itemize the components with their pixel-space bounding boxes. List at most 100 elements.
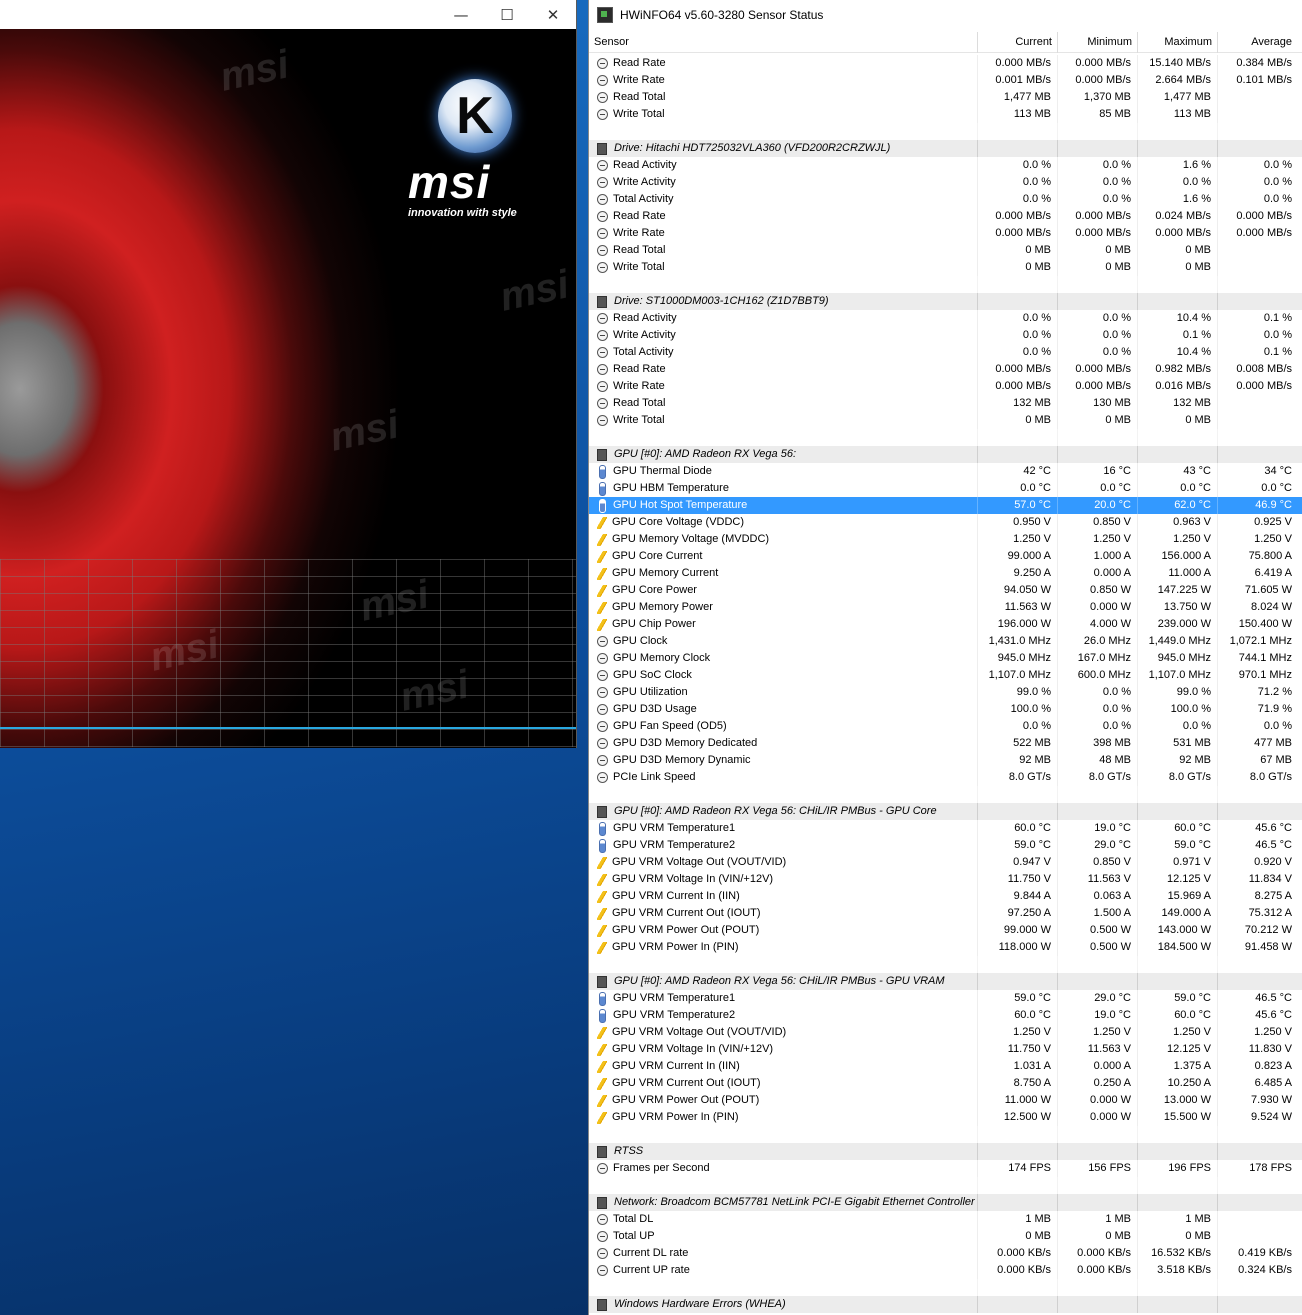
sensor-row[interactable]: PCIe Link Speed 8.0 GT/s 8.0 GT/s 8.0 GT/s 8… bbox=[589, 769, 1302, 786]
sensor-cell: GPU Memory Current bbox=[589, 565, 978, 582]
sensor-row[interactable]: Read Rate 0.000 MB/s 0.000 MB/s 15.140 MB/s… bbox=[589, 55, 1302, 72]
sensor-row[interactable]: GPU VRM Power In (PIN) 12.500 W 0.000 W 15.… bbox=[589, 1109, 1302, 1126]
group-header-row[interactable]: GPU [#0]: AMD Radeon RX Vega 56: CHiL/IR… bbox=[589, 803, 1302, 820]
column-current[interactable]: Current bbox=[978, 32, 1058, 53]
group-label: Windows Hardware Errors (WHEA) bbox=[614, 1298, 786, 1310]
sensor-row[interactable]: Read Total 1,477 MB 1,370 MB 1,477 MB bbox=[589, 89, 1302, 106]
sensor-label: Read Total bbox=[613, 91, 666, 103]
maximize-button[interactable]: ☐ bbox=[484, 0, 530, 29]
sensor-row[interactable]: Read Total 132 MB 130 MB 132 MB bbox=[589, 395, 1302, 412]
sensor-row[interactable]: GPU Clock 1,431.0 MHz 26.0 MHz 1,449.0 MHz 1… bbox=[589, 633, 1302, 650]
sensor-row[interactable]: Frames per Second 174 FPS 156 FPS 196 FPS 17… bbox=[589, 1160, 1302, 1177]
sensor-row[interactable]: GPU HBM Temperature 0.0 °C 0.0 °C 0.0 °C 0.0… bbox=[589, 480, 1302, 497]
average-value bbox=[1218, 106, 1302, 123]
sensor-cell: GPU VRM Temperature1 bbox=[589, 990, 978, 1007]
column-maximum[interactable]: Maximum bbox=[1138, 32, 1218, 53]
sensor-row[interactable]: Write Total 0 MB 0 MB 0 MB bbox=[589, 412, 1302, 429]
device-icon bbox=[597, 975, 607, 988]
sensor-row[interactable]: Write Activity 0.0 % 0.0 % 0.0 % 0.0 % bbox=[589, 174, 1302, 191]
sensor-row[interactable]: GPU Memory Power 11.563 W 0.000 W 13.750 W 8… bbox=[589, 599, 1302, 616]
current-value: 0.0 % bbox=[978, 310, 1058, 327]
current-value bbox=[978, 1143, 1058, 1160]
group-header-row[interactable]: Drive: Hitachi HDT725032VLA360 (VFD200R2… bbox=[589, 140, 1302, 157]
sensor-row[interactable]: GPU Memory Clock 945.0 MHz 167.0 MHz 945.0 … bbox=[589, 650, 1302, 667]
sensor-row[interactable]: GPU D3D Memory Dedicated 522 MB 398 MB 531 … bbox=[589, 735, 1302, 752]
sensor-row[interactable]: Total Activity 0.0 % 0.0 % 1.6 % 0.0 % bbox=[589, 191, 1302, 208]
sensor-row[interactable]: GPU D3D Usage 100.0 % 0.0 % 100.0 % 71.9 % bbox=[589, 701, 1302, 718]
sensor-row[interactable]: GPU VRM Temperature2 59.0 °C 29.0 °C 59.0 °… bbox=[589, 837, 1302, 854]
maximum-value: 8.0 GT/s bbox=[1138, 769, 1218, 786]
sensor-row[interactable]: Write Rate 0.000 MB/s 0.000 MB/s 0.000 MB/s… bbox=[589, 225, 1302, 242]
sensor-row[interactable]: Read Rate 0.000 MB/s 0.000 MB/s 0.024 MB/s 0… bbox=[589, 208, 1302, 225]
sensor-row[interactable]: GPU VRM Current Out (IOUT) 8.750 A 0.250 A… bbox=[589, 1075, 1302, 1092]
average-value bbox=[1218, 1228, 1302, 1245]
sensor-row[interactable]: GPU VRM Power Out (POUT) 11.000 W 0.000 W1… bbox=[589, 1092, 1302, 1109]
current-value bbox=[978, 429, 1058, 446]
sensor-row[interactable]: Write Activity 0.0 % 0.0 % 0.1 % 0.0 % bbox=[589, 327, 1302, 344]
sensor-row[interactable]: GPU VRM Temperature1 60.0 °C 19.0 °C 60.0 °… bbox=[589, 820, 1302, 837]
sensor-row[interactable]: GPU Chip Power 196.000 W 4.000 W 239.000 W 1… bbox=[589, 616, 1302, 633]
sensor-row[interactable]: GPU VRM Current In (IIN) 9.844 A 0.063 A 15… bbox=[589, 888, 1302, 905]
sensor-row[interactable]: GPU VRM Current In (IIN) 1.031 A 0.000 A 1.… bbox=[589, 1058, 1302, 1075]
sensor-cell: GPU Memory Clock bbox=[589, 650, 978, 667]
sensor-clock-icon bbox=[597, 398, 608, 409]
maximum-value: 59.0 °C bbox=[1138, 837, 1218, 854]
window-titlebar: — ☐ ✕ bbox=[0, 0, 576, 29]
sensor-row[interactable]: GPU Memory Current 9.250 A 0.000 A 11.000 A… bbox=[589, 565, 1302, 582]
group-header-row[interactable]: RTSS bbox=[589, 1143, 1302, 1160]
group-header-row[interactable]: GPU [#0]: AMD Radeon RX Vega 56: CHiL/IR… bbox=[589, 973, 1302, 990]
sensor-row[interactable]: GPU VRM Voltage Out (VOUT/VID) 1.250 V 1.2… bbox=[589, 1024, 1302, 1041]
close-button[interactable]: ✕ bbox=[530, 0, 576, 29]
group-header-row[interactable]: Drive: ST1000DM003-1CH162 (Z1D7BBT9) bbox=[589, 293, 1302, 310]
sensor-row[interactable]: Total Activity 0.0 % 0.0 % 10.4 % 0.1 % bbox=[589, 344, 1302, 361]
sensor-row[interactable]: GPU VRM Temperature2 60.0 °C 19.0 °C 60.0 °… bbox=[589, 1007, 1302, 1024]
sensor-row[interactable]: GPU Fan Speed (OD5) 0.0 % 0.0 % 0.0 % 0.0 % bbox=[589, 718, 1302, 735]
maximum-value: 1.250 V bbox=[1138, 1024, 1218, 1041]
sensor-row[interactable]: Read Activity 0.0 % 0.0 % 1.6 % 0.0 % bbox=[589, 157, 1302, 174]
sensor-row[interactable]: GPU Memory Voltage (MVDDC) 1.250 V 1.250 V… bbox=[589, 531, 1302, 548]
sensor-row[interactable]: Current UP rate 0.000 KB/s 0.000 KB/s 3.518… bbox=[589, 1262, 1302, 1279]
sensor-row[interactable]: GPU Core Voltage (VDDC) 0.950 V 0.850 V 0.9… bbox=[589, 514, 1302, 531]
sensor-clock-icon bbox=[597, 1231, 608, 1242]
lightning-icon bbox=[597, 924, 607, 937]
sensor-row[interactable]: Total UP 0 MB 0 MB 0 MB bbox=[589, 1228, 1302, 1245]
sensor-row[interactable]: Read Total 0 MB 0 MB 0 MB bbox=[589, 242, 1302, 259]
column-sensor[interactable]: Sensor bbox=[589, 32, 978, 53]
lightning-icon bbox=[597, 550, 607, 563]
column-minimum[interactable]: Minimum bbox=[1058, 32, 1138, 53]
sensor-row[interactable]: GPU VRM Power In (PIN) 118.000 W 0.500 W 18… bbox=[589, 939, 1302, 956]
sensor-row[interactable]: GPU Thermal Diode 42 °C 16 °C 43 °C 34 °C bbox=[589, 463, 1302, 480]
sensor-row[interactable]: Write Rate 0.000 MB/s 0.000 MB/s 0.016 MB/s… bbox=[589, 378, 1302, 395]
sensor-row[interactable]: GPU VRM Power Out (POUT) 99.000 W 0.500 W1… bbox=[589, 922, 1302, 939]
sensor-row[interactable]: Write Total 113 MB 85 MB 113 MB bbox=[589, 106, 1302, 123]
minimize-button[interactable]: — bbox=[438, 0, 484, 29]
average-value: 0.000 MB/s bbox=[1236, 227, 1292, 239]
group-header-row[interactable]: Windows Hardware Errors (WHEA) bbox=[589, 1296, 1302, 1313]
sensor-row[interactable]: GPU Hot Spot Temperature 57.0 °C 20.0 °C 62… bbox=[589, 497, 1302, 514]
group-header-row[interactable]: GPU [#0]: AMD Radeon RX Vega 56: bbox=[589, 446, 1302, 463]
sensor-row[interactable]: GPU VRM Current Out (IOUT) 97.250 A 1.500 … bbox=[589, 905, 1302, 922]
sensor-row[interactable]: Read Activity 0.0 % 0.0 % 10.4 % 0.1 % bbox=[589, 310, 1302, 327]
current-value: 0.000 MB/s bbox=[978, 378, 1058, 395]
sensor-row[interactable]: GPU VRM Voltage In (VIN/+12V) 11.750 V 11.… bbox=[589, 871, 1302, 888]
sensor-row[interactable]: GPU D3D Memory Dynamic 92 MB 48 MB 92 MB 67 … bbox=[589, 752, 1302, 769]
column-average[interactable]: Average bbox=[1218, 32, 1302, 53]
maximum-value bbox=[1138, 1143, 1218, 1160]
average-value: 71.605 W bbox=[1244, 584, 1292, 596]
sensor-row[interactable]: GPU Utilization 99.0 % 0.0 % 99.0 % 71.2 % bbox=[589, 684, 1302, 701]
sensor-row[interactable]: Total DL 1 MB 1 MB 1 MB bbox=[589, 1211, 1302, 1228]
current-value: 0 MB bbox=[978, 242, 1058, 259]
current-value: 522 MB bbox=[978, 735, 1058, 752]
sensor-row[interactable]: GPU Core Power 94.050 W 0.850 W 147.225 W 71… bbox=[589, 582, 1302, 599]
sensor-row[interactable]: GPU Core Current 99.000 A 1.000 A 156.000 A… bbox=[589, 548, 1302, 565]
sensor-row[interactable]: Write Rate 0.001 MB/s 0.000 MB/s 2.664 MB/s… bbox=[589, 72, 1302, 89]
sensor-row[interactable]: GPU SoC Clock 1,107.0 MHz 600.0 MHz 1,107.0… bbox=[589, 667, 1302, 684]
sensor-row[interactable]: GPU VRM Voltage Out (VOUT/VID) 0.947 V 0.8… bbox=[589, 854, 1302, 871]
sensor-row[interactable]: GPU VRM Voltage In (VIN/+12V) 11.750 V 11.… bbox=[589, 1041, 1302, 1058]
sensor-row[interactable]: Read Rate 0.000 MB/s 0.000 MB/s 0.982 MB/s 0… bbox=[589, 361, 1302, 378]
sensor-row[interactable]: Current DL rate 0.000 KB/s 0.000 KB/s 16.53… bbox=[589, 1245, 1302, 1262]
sensor-row[interactable]: Write Total 0 MB 0 MB 0 MB bbox=[589, 259, 1302, 276]
group-header-row[interactable]: Network: Broadcom BCM57781 NetLink PCI-E… bbox=[589, 1194, 1302, 1211]
sensor-row[interactable]: GPU VRM Temperature1 59.0 °C 29.0 °C 59.0 °… bbox=[589, 990, 1302, 1007]
sensor-cell bbox=[589, 956, 978, 973]
